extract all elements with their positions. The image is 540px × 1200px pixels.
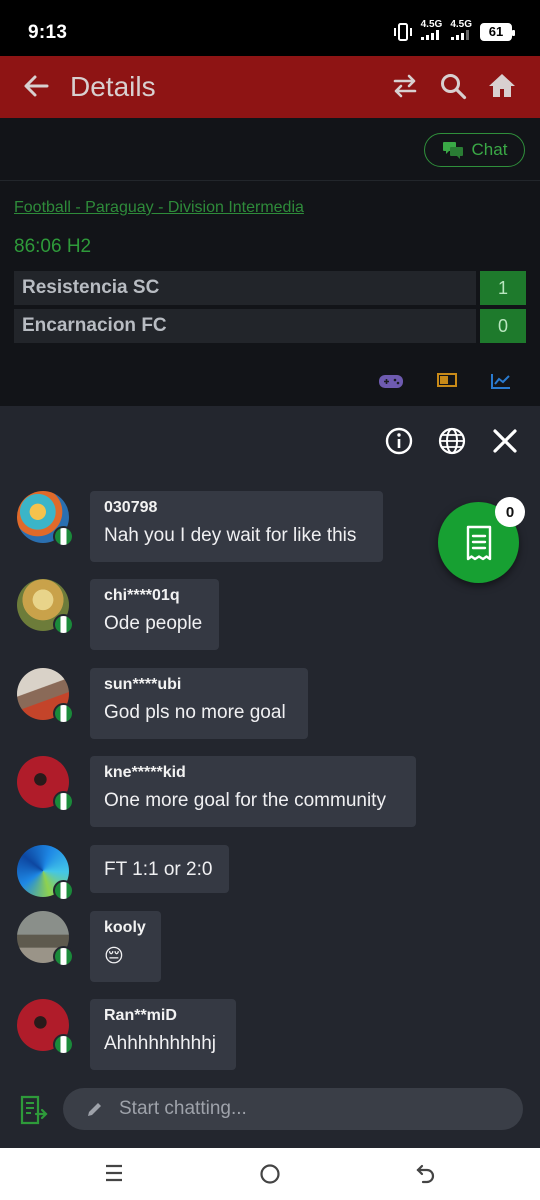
nigeria-flag-icon <box>53 880 74 901</box>
message-bubble: FT 1:1 or 2:0 <box>90 845 229 893</box>
signal-2: 4.5G <box>450 20 472 43</box>
bet-share-icon[interactable] <box>18 1094 50 1126</box>
search-icon[interactable] <box>438 71 468 101</box>
signal-bars-icon <box>451 30 470 40</box>
message-bubble: sun****ubi God pls no more goal <box>90 668 308 739</box>
card-icon[interactable] <box>437 372 457 388</box>
stats-chart-icon[interactable] <box>490 372 512 390</box>
back-arrow-icon[interactable] <box>20 70 52 102</box>
nigeria-flag-icon <box>53 703 74 724</box>
page-title: Details <box>70 71 156 102</box>
vibrate-icon <box>393 22 412 41</box>
nigeria-flag-icon <box>53 1034 74 1055</box>
message-bubble: kne*****kid One more goal for the commun… <box>90 756 416 827</box>
message-text: Ode people <box>104 613 203 634</box>
team-row-away: Encarnacion FC 0 <box>14 309 526 343</box>
nigeria-flag-icon <box>53 946 74 967</box>
message-bubble: Ran**miD Ahhhhhhhhhj <box>90 999 236 1070</box>
chat-button-label: Chat <box>471 140 508 159</box>
swap-icon[interactable] <box>390 71 420 101</box>
recent-apps-icon[interactable] <box>103 1162 125 1184</box>
status-bar: 9:13 4.5G 4.5G 61 <box>0 0 540 56</box>
system-nav-bar <box>0 1148 540 1200</box>
gamepad-icon[interactable] <box>378 372 404 390</box>
message-text: Ahhhhhhhhhj <box>104 1033 216 1054</box>
message-username: sun****ubi <box>104 676 182 693</box>
app-bar: Details <box>0 56 540 118</box>
info-icon[interactable] <box>384 426 414 456</box>
home-circle-icon[interactable] <box>258 1162 282 1186</box>
home-icon[interactable] <box>487 71 517 101</box>
match-clock: 86:06 H2 <box>14 236 92 257</box>
message-text: God pls no more goal <box>104 702 286 723</box>
nigeria-flag-icon <box>53 526 74 547</box>
message-username: 030798 <box>104 499 158 516</box>
home-team-name: Resistencia SC <box>14 271 476 305</box>
message-bubble: chi****01q Ode people <box>90 579 219 650</box>
away-team-score: 0 <box>480 309 526 343</box>
nigeria-flag-icon <box>53 791 74 812</box>
globe-icon[interactable] <box>437 426 467 456</box>
composer-bar: Start chatting... <box>0 1070 540 1148</box>
message-username: kne*****kid <box>104 764 186 781</box>
league-link[interactable]: Football - Paraguay - Division Intermedi… <box>14 199 304 217</box>
signal-1: 4.5G <box>421 20 442 43</box>
pencil-icon <box>88 1103 101 1116</box>
back-nav-icon[interactable] <box>414 1162 438 1186</box>
nigeria-flag-icon <box>53 614 74 635</box>
message-username: kooly <box>104 919 146 936</box>
message-username: chi****01q <box>104 587 180 604</box>
signal-bars-icon <box>421 30 440 40</box>
away-team-name: Encarnacion FC <box>14 309 476 343</box>
message-text: Nah you I dey wait for like this <box>104 525 357 546</box>
home-team-score: 1 <box>480 271 526 305</box>
receipt-icon <box>466 525 491 560</box>
close-icon[interactable] <box>490 426 520 456</box>
match-details: Chat Football - Paraguay - Division Inte… <box>0 118 540 406</box>
chat-icon <box>442 142 463 159</box>
chat-input[interactable]: Start chatting... <box>63 1088 523 1130</box>
message-text: 😔 <box>104 946 124 967</box>
battery-icon: 61 <box>480 22 515 41</box>
chat-input-placeholder: Start chatting... <box>119 1098 247 1119</box>
message-text: One more goal for the community <box>104 790 386 811</box>
message-text: FT 1:1 or 2:0 <box>104 859 213 880</box>
message-username: Ran**miD <box>104 1007 177 1024</box>
chat-button[interactable]: Chat <box>424 133 525 167</box>
team-row-home: Resistencia SC 1 <box>14 271 526 305</box>
message-bubble: 030798 Nah you I dey wait for like this <box>90 491 383 562</box>
divider <box>0 180 540 181</box>
bet-slip-count-badge: 0 <box>495 497 525 527</box>
message-bubble: kooly 😔 <box>90 911 161 982</box>
status-time: 9:13 <box>28 22 68 43</box>
